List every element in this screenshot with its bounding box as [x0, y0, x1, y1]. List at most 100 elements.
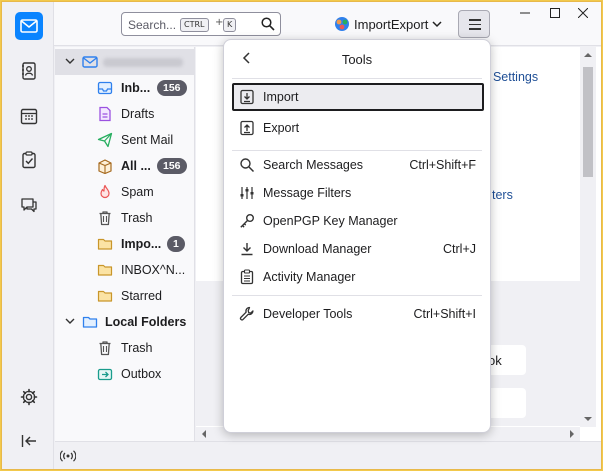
folder-row[interactable]: Drafts — [55, 101, 195, 127]
chat-space-button[interactable] — [15, 191, 43, 219]
menu-item-label: Import — [263, 90, 299, 104]
outbox-icon — [97, 368, 113, 381]
folder-row[interactable]: Impo... 1 — [55, 231, 195, 257]
menu-item-label: OpenPGP Key Manager — [263, 214, 398, 228]
menu-item-label: Export — [263, 121, 300, 135]
menu-item-openpgp-key-manager[interactable]: OpenPGP Key Manager — [232, 207, 484, 235]
folder-label: Trash — [121, 341, 153, 355]
folder-row[interactable]: Starred — [55, 283, 195, 309]
folder-label: Drafts — [121, 107, 155, 121]
address-book-icon — [22, 62, 36, 80]
collapse-spaces-button[interactable] — [15, 427, 43, 455]
tasks-space-button[interactable] — [15, 146, 43, 174]
folder-label: Inb... — [121, 81, 151, 95]
unread-count-badge: 156 — [157, 80, 187, 96]
mail-icon — [20, 19, 38, 33]
minimize-button[interactable] — [510, 2, 540, 24]
close-icon — [578, 8, 588, 18]
folder-row[interactable]: Trash — [55, 205, 195, 231]
inbox-icon — [97, 81, 113, 95]
settings-space-button[interactable] — [15, 383, 43, 411]
online-status-icon[interactable] — [60, 449, 76, 463]
tools-menu: Tools Import Export Search Messages Ctrl+Sh… — [223, 39, 491, 433]
unread-count-badge: 156 — [157, 158, 187, 174]
gear-icon — [20, 388, 38, 406]
folder-label: Sent Mail — [121, 133, 174, 147]
scroll-left-icon — [202, 430, 206, 438]
folder-label: Outbox — [121, 367, 162, 381]
folder-row[interactable]: All ... 156 — [55, 153, 195, 179]
account-menu-button[interactable]: ImportExport — [334, 14, 442, 34]
menu-item-label: Search Messages — [263, 158, 364, 172]
folder-label: Impo... — [121, 237, 162, 251]
menu-separator — [232, 150, 482, 151]
maximize-icon — [550, 8, 560, 18]
scroll-right-icon — [570, 430, 574, 438]
import-icon — [240, 89, 254, 105]
account-settings-link-partial[interactable]: t Settings — [486, 70, 538, 84]
menu-item-search-messages[interactable]: Search Messages Ctrl+Shift+F — [232, 151, 484, 179]
calendar-icon — [20, 108, 38, 125]
menu-item-label: Developer Tools — [263, 307, 353, 321]
sent-icon — [97, 132, 113, 148]
message-filters-link-partial[interactable]: ters — [492, 188, 513, 202]
archive-icon — [98, 159, 112, 174]
menu-item-label: Message Filters — [263, 186, 352, 200]
wrench-icon — [239, 306, 254, 321]
menu-item-download-manager[interactable]: Download Manager Ctrl+J — [232, 235, 484, 263]
account-row[interactable] — [55, 49, 195, 75]
account-name-redacted — [103, 58, 183, 67]
calendar-space-button[interactable] — [15, 102, 43, 130]
address-book-space-button[interactable] — [15, 57, 43, 85]
mail-space-button[interactable] — [15, 12, 43, 40]
account-mail-icon — [82, 56, 98, 68]
menu-item-shortcut: Ctrl+J — [443, 242, 476, 256]
vertical-scrollbar[interactable] — [580, 47, 596, 427]
local-folders-icon — [82, 316, 98, 328]
menu-item-export[interactable]: Export — [232, 114, 484, 142]
scroll-down-icon — [584, 417, 592, 421]
folder-row[interactable]: Sent Mail — [55, 127, 195, 153]
app-window: Search... CTRL + K ImportExport Inb... 15… — [1, 1, 602, 470]
shortcut-key-k: K — [223, 18, 237, 32]
maximize-button[interactable] — [540, 2, 570, 24]
search-icon — [261, 17, 275, 31]
scroll-up-icon — [584, 53, 592, 57]
chat-icon — [21, 197, 37, 212]
import-export-addon-icon — [335, 17, 349, 31]
chevron-down-icon — [65, 58, 75, 64]
menu-item-developer-tools[interactable]: Developer Tools Ctrl+Shift+I — [232, 300, 484, 328]
status-bar — [55, 441, 601, 469]
content-button-partial[interactable]: ok — [486, 345, 526, 375]
folder-label: Starred — [121, 289, 162, 303]
search-icon — [240, 158, 255, 173]
menu-item-import[interactable]: Import — [232, 83, 484, 111]
search-input[interactable]: Search... CTRL + K — [121, 12, 281, 36]
folder-row[interactable]: Inb... 156 — [55, 75, 195, 101]
local-folders-label: Local Folders — [105, 315, 187, 329]
collapse-left-icon — [21, 435, 36, 447]
app-menu-button[interactable] — [458, 10, 490, 38]
trash-icon — [99, 211, 111, 226]
menu-item-label: Activity Manager — [263, 270, 356, 284]
menu-item-message-filters[interactable]: Message Filters — [232, 179, 484, 207]
folder-row[interactable]: Spam — [55, 179, 195, 205]
download-icon — [241, 243, 253, 256]
menu-item-activity-manager[interactable]: Activity Manager — [232, 263, 484, 291]
shortcut-key-ctrl: CTRL — [180, 18, 209, 32]
chevron-down-icon — [65, 318, 75, 324]
local-folder-row[interactable]: Trash — [55, 335, 195, 361]
account-menu-label: ImportExport — [354, 16, 429, 32]
content-button-partial-2[interactable] — [486, 388, 526, 418]
local-folders-row[interactable]: Local Folders — [55, 309, 195, 335]
activity-icon — [240, 269, 254, 285]
search-placeholder: Search... — [128, 18, 177, 32]
drafts-icon — [99, 106, 111, 122]
folder-icon — [97, 290, 113, 302]
local-folder-row[interactable]: Outbox — [55, 361, 195, 387]
close-button[interactable] — [568, 2, 598, 24]
menu-item-label: Download Manager — [263, 242, 372, 256]
folder-row[interactable]: INBOX^N... — [55, 257, 195, 283]
folder-label: INBOX^N... — [121, 263, 186, 277]
scrollbar-thumb[interactable] — [583, 67, 593, 177]
